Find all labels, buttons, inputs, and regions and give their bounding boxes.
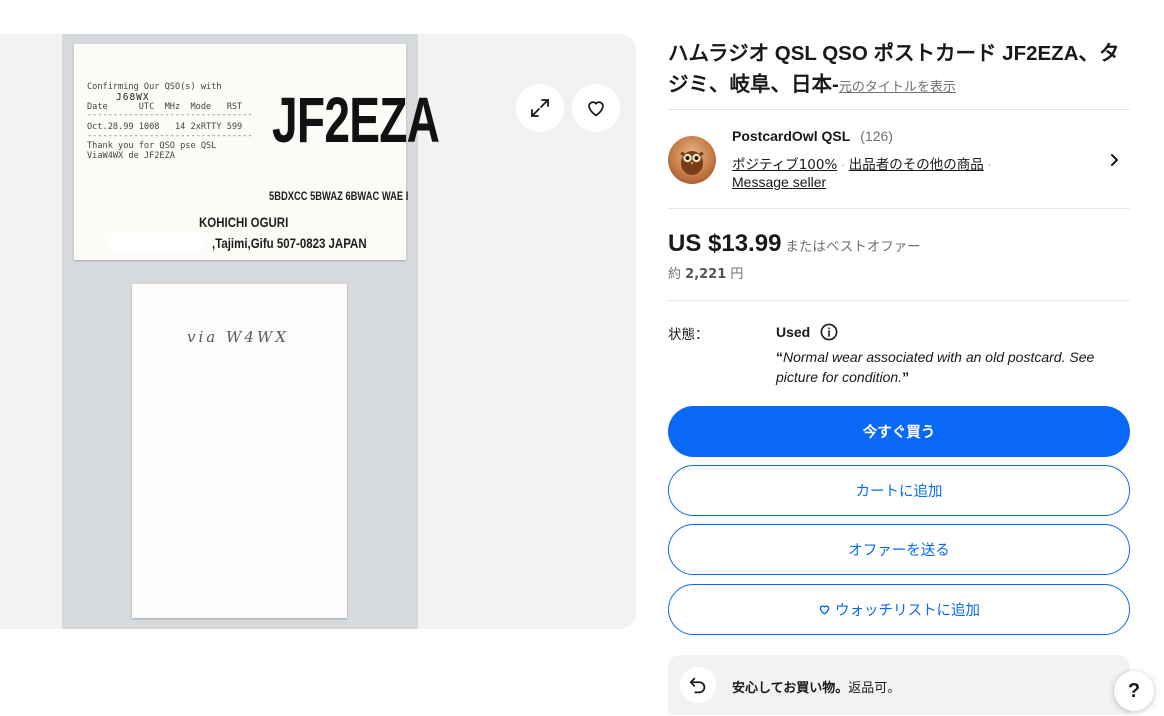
chevron-right-icon[interactable] [1106,152,1122,168]
card-thanks: Thank you for QSO pse QSL [87,141,217,151]
favorite-button[interactable] [572,84,620,132]
condition-description-text: Normal wear associated with an old postc… [776,349,1095,385]
heart-icon [819,605,830,615]
approx-unit: 円 [730,267,744,282]
divider [668,109,1130,110]
approx-prefix: 約 [668,267,682,282]
address-redaction [110,234,202,252]
approx-price: 約 2,221 円 [668,263,743,282]
listing-details: ハムラジオ QSL QSO ポストカード JF2EZA、タジミ、岐阜、日本-元の… [668,0,1130,716]
seller-other-items-link[interactable]: 出品者のその他の商品 [849,157,984,173]
condition-value: Used [776,324,811,340]
add-to-watchlist-label: ウォッチリストに追加 [835,603,980,619]
owl-logo-icon [680,151,704,175]
separator-dot: · [841,159,845,172]
approx-value: 2,221 [685,267,727,282]
best-offer-label: またはベストオファー [785,239,921,254]
listing-title: ハムラジオ QSL QSO ポストカード JF2EZA、タジミ、岐阜、日本-元の… [668,38,1130,102]
seller-feedback-count: (126) [860,128,893,144]
assurance-bold: 安心してお買い物。 [732,681,849,696]
condition-label: 状態： [668,327,709,343]
info-icon[interactable] [820,323,838,341]
divider [668,208,1130,209]
card-operator: KOHICHI OGURI [199,214,289,230]
buyer-assurance-banner: 安心してお買い物。返品可。 [668,655,1130,715]
condition-value-row: Used [776,323,838,341]
make-offer-button[interactable]: オファーを送る [668,524,1130,575]
qsl-card-back: via W4WX [132,284,347,618]
open-quote: “ [776,349,783,365]
price-amount: US $13.99 [668,230,782,257]
return-icon [680,667,716,703]
message-seller-link[interactable]: Message seller [732,174,826,190]
listing-photo[interactable]: Confirming Our QSO(s) with J68WX Date UT… [62,34,440,629]
card-callsign: JF2EZA [272,84,440,156]
expand-image-button[interactable] [516,84,564,132]
condition-description: “Normal wear associated with an old post… [776,347,1130,387]
buy-now-button[interactable]: 今すぐ買う [668,406,1130,457]
card-divider: -------------------------------- [87,110,253,120]
card-confirm-text: Confirming Our QSO(s) with [87,82,222,92]
positive-feedback-link[interactable]: ポジティブ100% [732,157,837,173]
close-quote: ” [902,369,910,385]
separator-dot: · [987,159,992,172]
seller-avatar [668,136,716,184]
show-original-title-link[interactable]: 元のタイトルを表示 [839,79,956,94]
price-row: US $13.99 またはベストオファー [668,230,921,258]
card-handwriting: via W4WX [187,328,290,346]
card-address: ,Tajimi,Gifu 507-0823 JAPAN [212,235,367,251]
assurance-returns: 返品可。 [848,681,901,696]
image-gallery: Confirming Our QSO(s) with J68WX Date UT… [0,34,636,629]
seller-links: ポジティブ100% · 出品者のその他の商品 · [732,153,995,173]
seller-name[interactable]: PostcardOwl QSL [732,128,850,144]
seller-name-row[interactable]: PostcardOwl QSL (126) [732,128,893,144]
heart-icon [588,101,604,117]
qsl-card-front: Confirming Our QSO(s) with J68WX Date UT… [74,44,440,260]
card-via: ViaW4WX de JF2EZA [87,151,175,161]
seller-card[interactable]: PostcardOwl QSL (126) ポジティブ100% · 出品者のその他の商… [668,126,1130,196]
add-to-watchlist-button[interactable]: ウォッチリストに追加 [668,584,1130,635]
help-button[interactable]: ? [1114,671,1154,711]
add-to-cart-button[interactable]: カートに追加 [668,465,1130,516]
divider [668,300,1130,301]
assurance-text: 安心してお買い物。返品可。 [732,677,900,696]
card-awards: 5BDXCC 5BWAZ 6BWAC WAE I [269,189,409,203]
expand-icon [531,99,549,117]
card-divider-2: -------------------------------- [87,131,253,141]
